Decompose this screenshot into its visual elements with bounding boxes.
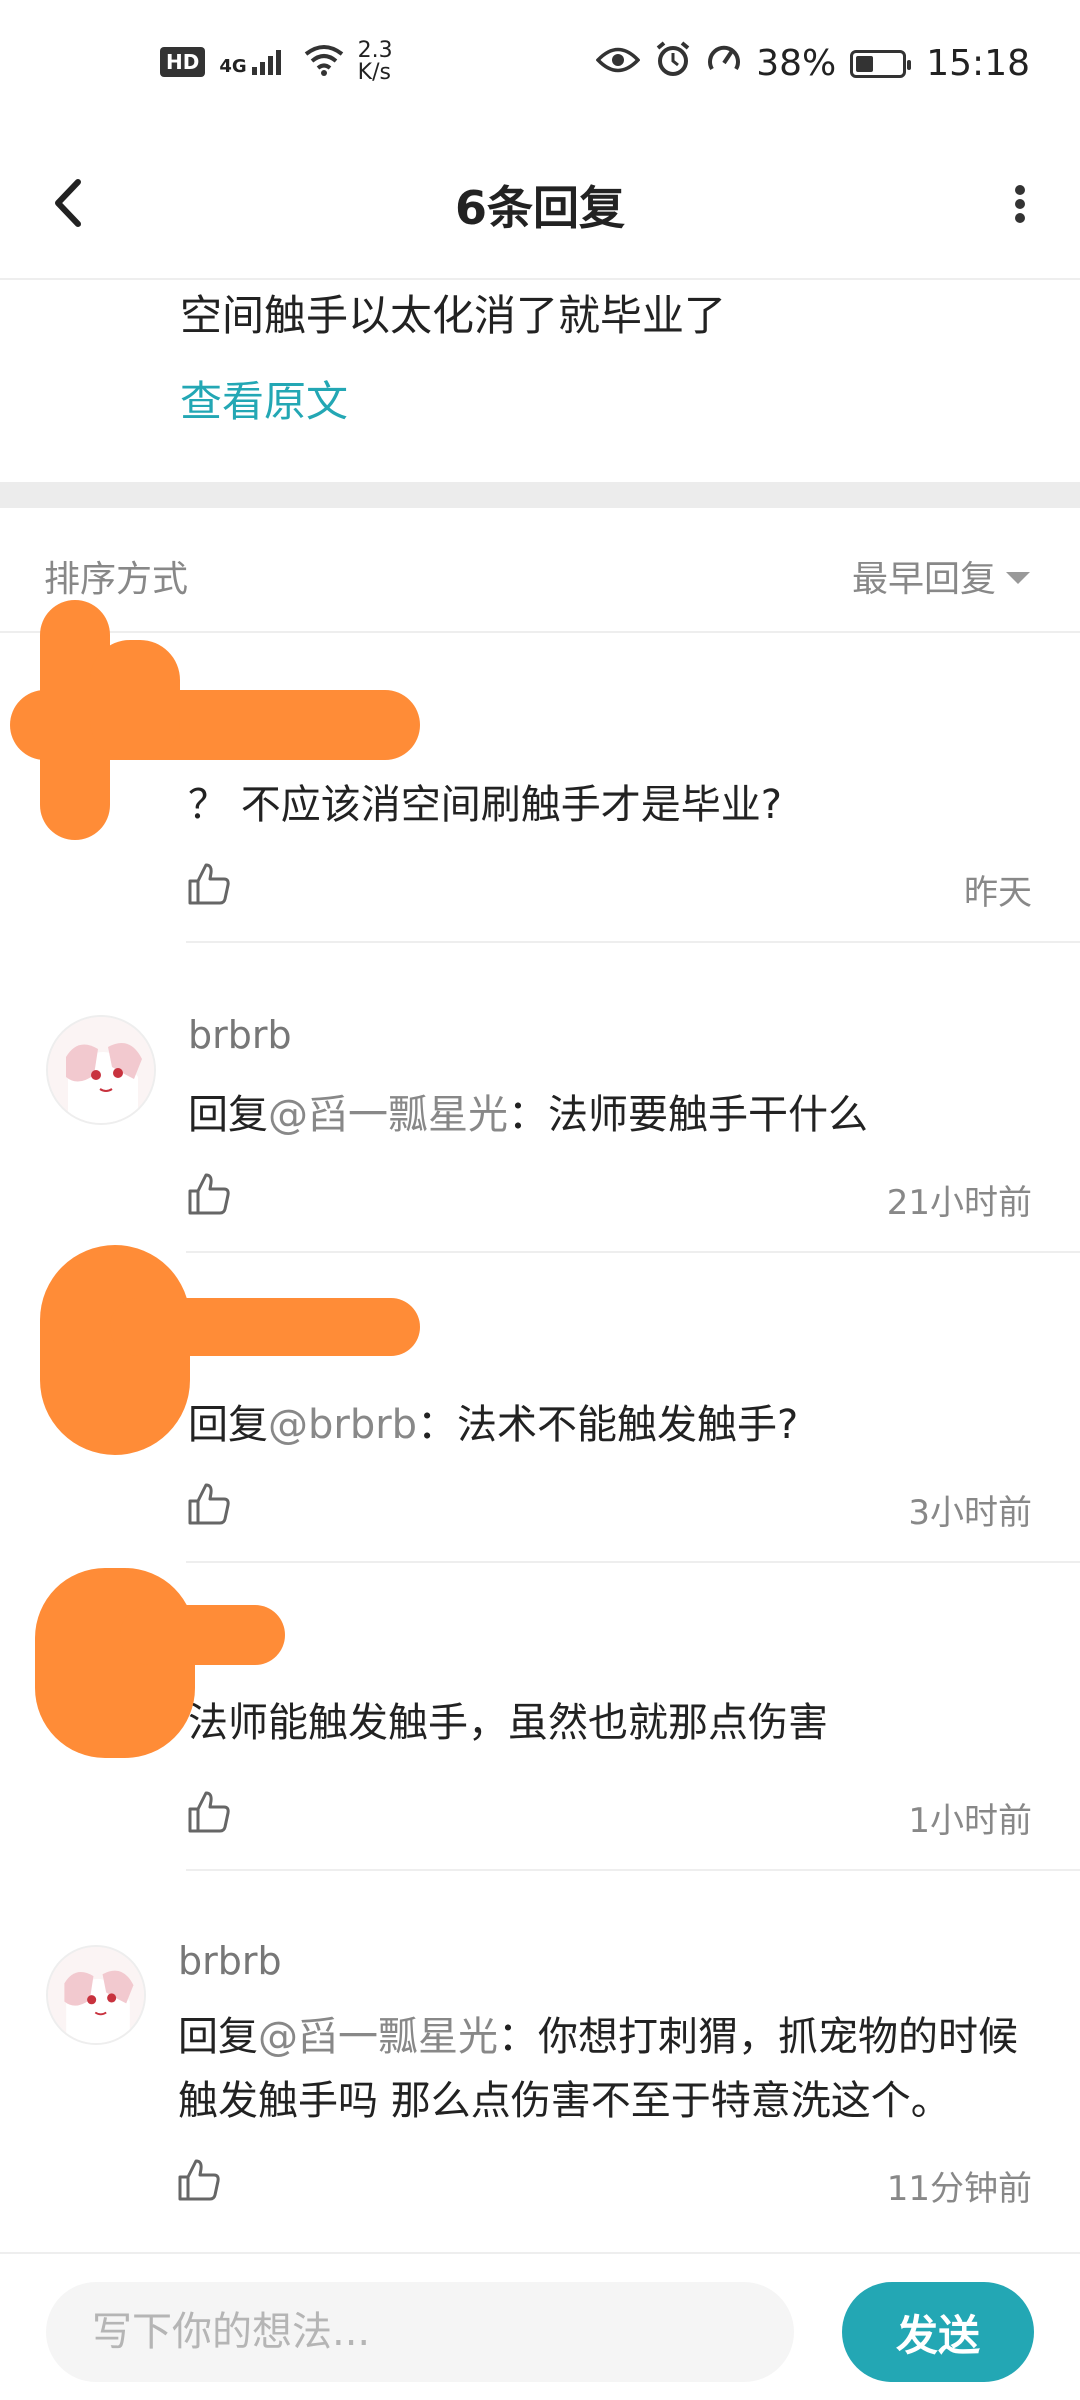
page-title: 6条回复 [454, 181, 625, 235]
title-bar: 6条回复 [0, 130, 1080, 280]
battery-icon [850, 49, 912, 78]
redaction-mark [90, 640, 180, 760]
thumbs-up-icon [188, 1173, 230, 1215]
status-bar: HD 4G 2.3 K/s 38% 15:18 [0, 0, 1080, 130]
reply-prefix: 回复 [188, 1092, 268, 1138]
reply-prefix: 回复 [178, 2014, 258, 2060]
more-menu-button[interactable] [990, 168, 1050, 238]
like-button[interactable] [186, 861, 232, 907]
reply-time: 1小时前 [908, 1801, 1032, 1841]
view-original-link[interactable]: 查看原文 [180, 368, 348, 429]
reply-body: 法师能触发触手，虽然也就那点伤害 [188, 1691, 1020, 1755]
reply-time: 11分钟前 [886, 2169, 1032, 2209]
eye-icon [595, 43, 641, 84]
original-comment-text: 空间触手以太化消了就毕业了 [180, 291, 727, 340]
redaction-mark [120, 1605, 285, 1665]
thumbs-up-icon [188, 863, 230, 905]
alarm-icon [654, 40, 692, 87]
avatar[interactable] [46, 1015, 156, 1125]
reply-body: 回复@brbrb：法术不能触发触手? [188, 1393, 1020, 1457]
reply-body: 回复@舀一瓢星光：法师要触手干什么 [188, 1083, 1020, 1147]
caret-down-icon [1006, 572, 1030, 584]
network-type: 4G [219, 56, 247, 77]
sort-dropdown[interactable]: 最早回复 [852, 550, 1030, 602]
reply-item: brbrb 回复@舀一瓢星光：你想打刺猬，抓宠物的时候触发触手吗 那么点伤害不至… [0, 1873, 1080, 2252]
reply-mention[interactable]: @舀一瓢星光 [268, 1092, 508, 1138]
net-speed: 2.3 K/s [358, 40, 393, 84]
net-speed-unit: K/s [357, 60, 391, 85]
reply-text: ？ 不应该消空间刷触手才是毕业? [188, 782, 782, 828]
net-speed-value: 2.3 [357, 38, 393, 63]
thumbs-up-icon [188, 1483, 230, 1525]
sort-value: 最早回复 [851, 559, 996, 600]
reply-mention[interactable]: @舀一瓢星光 [258, 2014, 498, 2060]
battery-percent: 38% [756, 43, 837, 84]
redaction-mark [110, 1298, 420, 1356]
header-divider [0, 278, 1080, 280]
reply-text: ：法术不能触发触手? [417, 1402, 799, 1448]
reply-body: 回复@舀一瓢星光：你想打刺猬，抓宠物的时候触发触手吗 那么点伤害不至于特意洗这个… [178, 2005, 1040, 2133]
reply-text: 法师能触发触手，虽然也就那点伤害 [188, 1700, 828, 1746]
reply-author[interactable]: brbrb [188, 1013, 292, 1057]
sort-label: 排序方式 [44, 559, 189, 600]
comment-input[interactable] [46, 2282, 794, 2382]
like-button[interactable] [186, 1789, 232, 1835]
reply-body: ？ 不应该消空间刷触手才是毕业? [188, 773, 1020, 837]
reply-author[interactable]: brbrb [178, 1939, 282, 1983]
battery-fill [856, 55, 874, 72]
like-button[interactable] [186, 1171, 232, 1217]
wifi-icon [304, 44, 344, 80]
like-button[interactable] [176, 2157, 222, 2203]
hd-badge: HD [160, 47, 206, 77]
thumbs-up-icon [178, 2159, 220, 2201]
data-saver-icon [706, 41, 742, 86]
clock: 15:18 [926, 43, 1030, 84]
reply-divider [186, 1869, 1080, 1871]
reply-mention[interactable]: @brbrb [268, 1402, 417, 1448]
reply-time: 21小时前 [886, 1183, 1032, 1223]
reply-item: brbrb 回复@舀一瓢星光：法师要触手干什么 21小时前 [0, 943, 1080, 1253]
reply-prefix: 回复 [188, 1402, 268, 1448]
composer-bar: 发送 [0, 2252, 1080, 2400]
like-button[interactable] [186, 1481, 232, 1527]
more-vertical-icon [1015, 185, 1025, 223]
sort-bar: 排序方式 最早回复 [0, 508, 1080, 633]
thumbs-up-icon [188, 1791, 230, 1833]
section-divider [0, 482, 1080, 508]
reply-text: ：法师要触手干什么 [508, 1092, 868, 1138]
reply-time: 3小时前 [908, 1493, 1032, 1533]
reply-time: 昨天 [964, 873, 1032, 913]
signal-icon: 4G [219, 47, 289, 77]
send-button[interactable]: 发送 [842, 2282, 1034, 2382]
avatar[interactable] [46, 1945, 146, 2045]
